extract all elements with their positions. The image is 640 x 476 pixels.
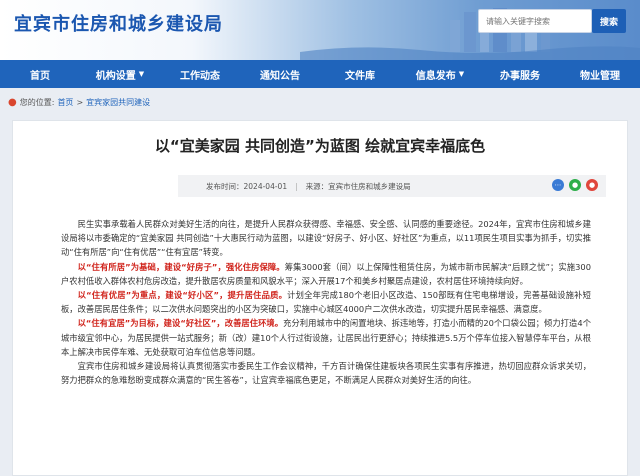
paragraph: 以“住有所居”为基础，建设“好房子”，强化住房保障。筹集3000套（间）以上保障… — [61, 260, 591, 288]
breadcrumb-current[interactable]: 宜宾家园共同建设 — [86, 97, 150, 108]
site-title[interactable]: 宜宾市住房和城乡建设局 — [14, 10, 223, 36]
paragraph: 宜宾市住房和城乡建设局将认真贯彻落实市委民生工作会议精神，千方百计确保住建板块各… — [61, 361, 591, 386]
nav-label: 文件库 — [345, 70, 375, 82]
nav-label: 信息发布 — [415, 70, 456, 82]
article-source: 来源：宜宾市住房和城乡建设局 — [305, 181, 411, 191]
search-input[interactable] — [484, 15, 588, 27]
location-pin-icon: ● — [8, 96, 17, 108]
chevron-down-icon: ▼ — [458, 70, 465, 78]
search-box[interactable] — [478, 9, 592, 33]
weibo-icon[interactable]: ● — [586, 179, 598, 191]
breadcrumb: ● 您的位置: 首页 > 宜宾家园共同建设 — [0, 88, 640, 116]
nav-label: 办事服务 — [500, 70, 540, 82]
search-button[interactable]: 搜索 — [592, 9, 626, 33]
breadcrumb-home[interactable]: 首页 — [57, 97, 73, 108]
nav-label: 首页 — [30, 70, 50, 82]
paragraph: 以“住有优居”为重点，建设“好小区”，提升居住品质。计划全年完成180个老旧小区… — [61, 288, 591, 316]
nav-label: 物业管理 — [580, 70, 620, 82]
nav-label: 工作动态 — [180, 70, 220, 82]
paragraph: 民生实事承载着人民群众对美好生活的向往，是提升人民群众获得感、幸福感、安全感、认… — [61, 219, 591, 258]
paragraph-highlight: 以“住有宜居”为目标，建设“好社区”，改善居住环境。 — [77, 318, 284, 329]
paragraph-highlight: 以“住有所居”为基础，建设“好房子”，强化住房保障。 — [77, 261, 285, 272]
site-header: 宜宾市住房和城乡建设局 搜索 — [0, 0, 640, 60]
nav-item-organization[interactable]: 机构设置 ▼ — [80, 60, 160, 88]
article-body: 民生实事承载着人民群众对美好生活的向往，是提升人民群众获得感、幸福感、安全感、认… — [61, 217, 591, 387]
article-card: 以“宜美家园 共同创造”为蓝图 绘就宜宾幸福底色 发布时间：2024-04-01… — [12, 120, 628, 476]
breadcrumb-separator: > — [76, 97, 84, 107]
nav-label: 通知公告 — [260, 70, 300, 82]
nav-item-home[interactable]: 首页 — [0, 60, 80, 88]
nav-item-documents[interactable]: 文件库 — [320, 60, 400, 88]
nav-item-notices[interactable]: 通知公告 — [240, 60, 320, 88]
paragraph: 以“住有宜居”为目标，建设“好社区”，改善居住环境。充分利用城市中的闲置地块、拆… — [61, 316, 591, 359]
share-buttons: ⋯ ● ● — [552, 179, 598, 191]
nav-item-services[interactable]: 办事服务 — [480, 60, 560, 88]
main-nav: 首页 机构设置 ▼ 工作动态 通知公告 文件库 信息发布 ▼ 办事服务 物业管理 — [0, 60, 640, 88]
article-meta: 发布时间：2024-04-01 | 来源：宜宾市住房和城乡建设局 ⋯ ● ● — [178, 175, 606, 197]
meta-divider: | — [295, 181, 298, 191]
article-title: 以“宜美家园 共同创造”为蓝图 绘就宜宾幸福底色 — [154, 137, 486, 155]
breadcrumb-prefix: 您的位置: — [19, 97, 55, 107]
wechat-icon[interactable]: ● — [569, 179, 581, 191]
nav-item-info-release[interactable]: 信息发布 ▼ — [400, 60, 480, 88]
share-icon[interactable]: ⋯ — [552, 179, 564, 191]
publish-date: 发布时间：2024-04-01 — [206, 181, 288, 191]
chevron-down-icon: ▼ — [138, 70, 145, 78]
nav-item-property[interactable]: 物业管理 — [560, 60, 640, 88]
nav-item-work-news[interactable]: 工作动态 — [160, 60, 240, 88]
nav-label: 机构设置 — [95, 70, 136, 82]
paragraph-highlight: 以“住有优居”为重点，建设“好小区”，提升居住品质。 — [77, 290, 288, 301]
